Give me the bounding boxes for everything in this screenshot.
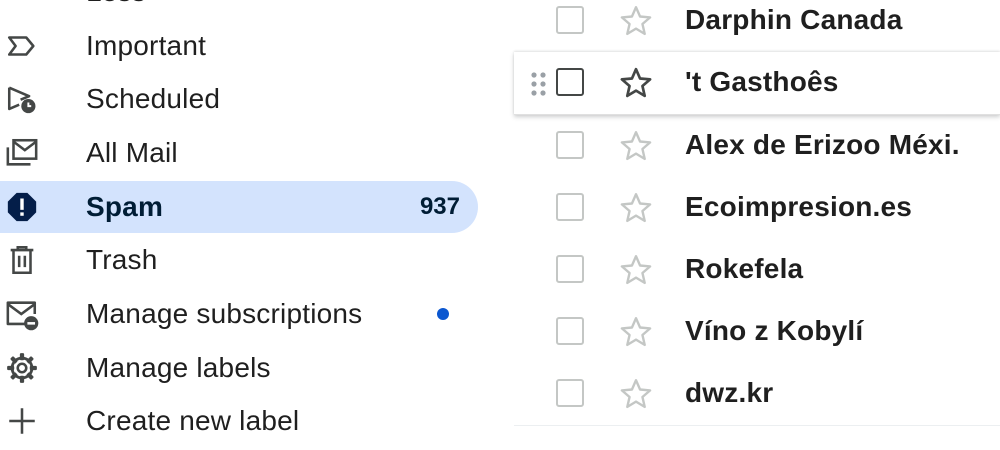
select-checkbox[interactable]	[556, 255, 584, 283]
sender-name: Darphin Canada	[685, 4, 903, 35]
star-icon[interactable]	[618, 128, 654, 164]
sidebar-item-label: Spam	[86, 191, 164, 222]
star-icon[interactable]	[618, 252, 654, 288]
scheduled-icon	[2, 79, 42, 119]
sender-name: Alex de Erizoo Méxi.	[685, 129, 960, 160]
email-list: Darphin Canada 't Gasthoês Alex de Erizo…	[514, 0, 1000, 450]
spam-icon	[2, 187, 42, 227]
sender-name: Rokefela	[685, 253, 804, 284]
star-icon[interactable]	[618, 65, 654, 101]
notification-dot	[437, 308, 449, 320]
star-icon[interactable]	[618, 3, 654, 39]
select-checkbox[interactable]	[556, 131, 584, 159]
gear-icon	[2, 348, 42, 388]
sidebar-item-label: Scheduled	[86, 83, 221, 114]
sender-name: Víno z Kobylí	[685, 315, 864, 346]
email-row[interactable]: dwz.kr	[514, 363, 1000, 426]
select-checkbox[interactable]	[556, 68, 584, 96]
sidebar-item-trash[interactable]: Trash	[0, 234, 478, 286]
sidebar-item-label: All Mail	[86, 137, 178, 168]
plus-icon	[2, 401, 42, 441]
sender-name: 't Gasthoês	[685, 66, 839, 97]
sidebar-item-important[interactable]: Important	[0, 20, 478, 72]
drag-handle-icon[interactable]	[530, 71, 548, 97]
sidebar-item-label: Manage subscriptions	[86, 298, 363, 329]
email-row[interactable]: 't Gasthoês	[514, 52, 1000, 115]
trash-icon	[2, 240, 42, 280]
sidebar-item-label: Create new label	[86, 405, 300, 436]
star-icon[interactable]	[618, 376, 654, 412]
email-row[interactable]: Rokefela	[514, 239, 1000, 302]
sidebar: Less Important Scheduled All M	[0, 0, 500, 440]
select-checkbox[interactable]	[556, 379, 584, 407]
sidebar-item-label: Important	[86, 30, 207, 61]
email-row[interactable]: Darphin Canada	[514, 0, 1000, 53]
sidebar-item-label: Trash	[86, 244, 158, 275]
manage-subscriptions-icon	[2, 294, 42, 334]
sidebar-item-spam[interactable]: Spam 937	[0, 181, 478, 233]
email-row[interactable]: Alex de Erizoo Méxi.	[514, 115, 1000, 178]
sidebar-item-scheduled[interactable]: Scheduled	[0, 73, 478, 125]
star-icon[interactable]	[618, 190, 654, 226]
select-checkbox[interactable]	[556, 6, 584, 34]
sidebar-item-label: Manage labels	[86, 352, 271, 383]
star-icon[interactable]	[618, 314, 654, 350]
select-checkbox[interactable]	[556, 317, 584, 345]
sidebar-item-all-mail[interactable]: All Mail	[0, 127, 478, 179]
unread-count: 937	[419, 193, 460, 220]
sender-name: Ecoimpresion.es	[685, 191, 913, 222]
email-row[interactable]: Víno z Kobylí	[514, 301, 1000, 364]
important-icon	[2, 26, 42, 66]
sidebar-item-create-new-label[interactable]: Create new label	[0, 395, 478, 447]
sidebar-item-less[interactable]: Less	[0, 0, 478, 18]
sender-name: dwz.kr	[685, 377, 774, 408]
sidebar-item-manage-subscriptions[interactable]: Manage subscriptions	[0, 288, 478, 340]
select-checkbox[interactable]	[556, 193, 584, 221]
sidebar-item-label: Less	[86, 0, 146, 8]
email-row[interactable]: Ecoimpresion.es	[514, 177, 1000, 240]
all-mail-icon	[2, 133, 42, 173]
sidebar-item-manage-labels[interactable]: Manage labels	[0, 342, 478, 394]
